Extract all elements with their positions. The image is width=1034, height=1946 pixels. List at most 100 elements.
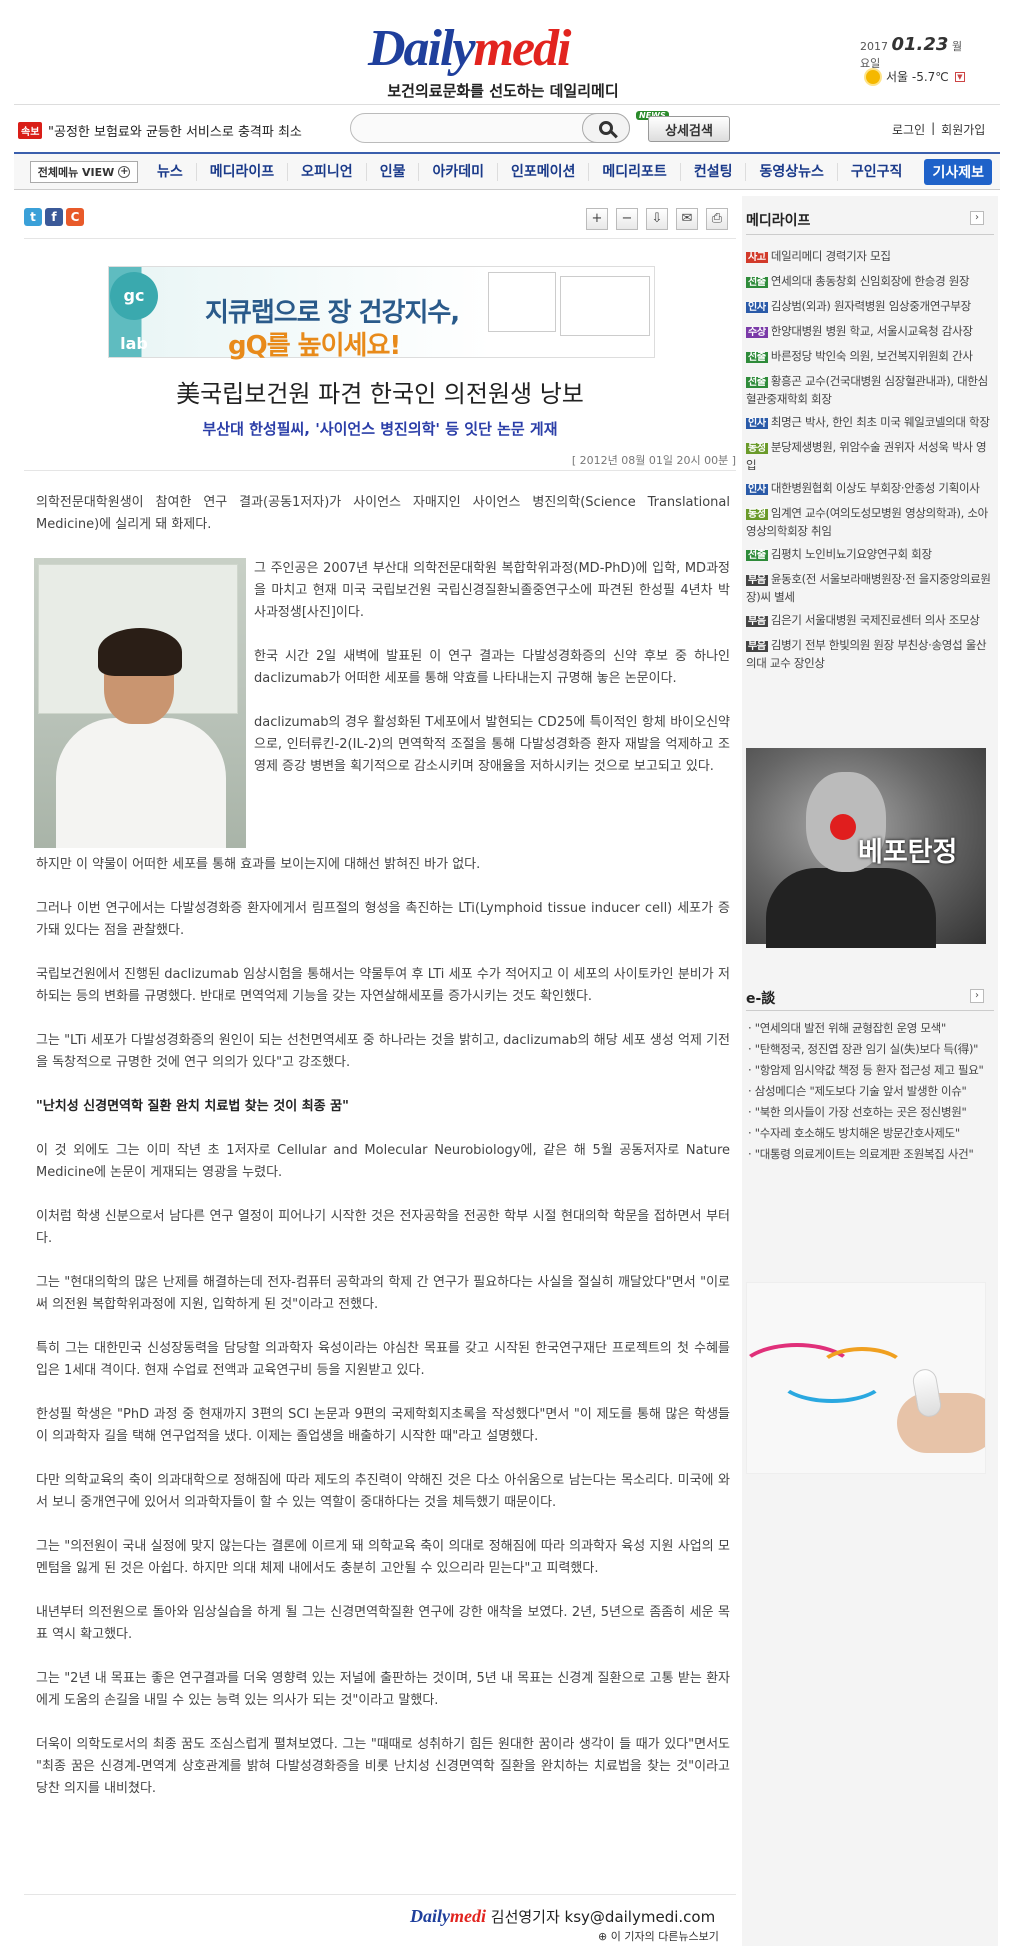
nav-items: 뉴스 메디라이프 오피니언 인물 아카데미 인포메이션 메디리포트 컨설팅 동영… — [144, 162, 916, 181]
edam-item-text: "항암제 임시약값 책정 등 환자 접근성 제고 필요" — [754, 1063, 984, 1077]
medilife-item-text: 윤동호(전 서울보라매병원장·전 을지중앙의료원장)씨 별세 — [746, 572, 991, 604]
edam-item-text: "연세의대 발전 위해 균형잡힌 운영 모색" — [754, 1021, 947, 1035]
search-button[interactable] — [582, 113, 630, 143]
plus-circle-icon: + — [118, 165, 131, 178]
edam-item-text: 삼성메디슨 "제도보다 기술 앞서 발생한 이슈" — [754, 1084, 967, 1098]
nav-item-consulting[interactable]: 컨설팅 — [681, 162, 747, 181]
medilife-item[interactable]: 수상 한양대병원 병원 학교, 서울시교육청 감사장 — [746, 323, 992, 341]
medilife-item[interactable]: 선출 바른정당 박인숙 의원, 보건복지위원회 간사 — [746, 348, 992, 366]
detail-search-button[interactable]: 상세검색 — [648, 116, 730, 142]
category-badge: 부음 — [746, 641, 768, 652]
promo-label: 베포탄정 — [858, 837, 958, 868]
join-link[interactable]: 회원가입 — [941, 121, 985, 138]
date-year: 2017 — [860, 40, 888, 53]
print-button[interactable]: ⎙ — [706, 208, 728, 230]
nav-item-opinion[interactable]: 오피니언 — [288, 162, 367, 181]
medilife-item-text: 김병기 전부 한빛의원 원장 부친상·송영섭 울산의대 교수 장인상 — [746, 638, 987, 670]
medilife-item[interactable]: 선출 연세의대 총동창회 신임회장에 한승경 원장 — [746, 273, 992, 291]
article-paragraph: 그는 "2년 내 목표는 좋은 연구결과를 더욱 영향력 있는 저널에 출판하는… — [36, 1671, 730, 1708]
weather-dropdown-icon[interactable]: ▼ — [954, 71, 965, 82]
edam-list: · "연세의대 발전 위해 균형잡힌 운영 모색" · "탄핵정국, 정진엽 장관… — [748, 1020, 988, 1167]
nav-item-jobs[interactable]: 구인구직 — [838, 163, 916, 181]
article-paragraph: 그는 "LTi 세포가 다발성경화증의 원인이 되는 선천면역세포 중 하나라는… — [36, 1033, 730, 1070]
edam-item[interactable]: · "북한 의사들이 가장 선호하는 곳은 정신병원" — [748, 1104, 988, 1120]
category-badge: 부음 — [746, 616, 768, 627]
category-badge: 선출 — [746, 352, 768, 363]
bullet-icon: · — [748, 1063, 755, 1077]
article-paragraph: 더욱이 의학도로서의 최종 꿈도 조심스럽게 펼쳐보였다. 그는 "때때로 성취… — [36, 1737, 730, 1796]
medilife-item-text: 연세의대 총동창회 신임회장에 한승경 원장 — [770, 274, 970, 288]
sun-icon — [866, 69, 880, 84]
chevron-right-icon[interactable]: › — [970, 211, 984, 225]
dna-pill-ad-image[interactable] — [746, 1282, 986, 1474]
ad-product-image — [488, 272, 556, 332]
sidebar-divider — [746, 1010, 994, 1011]
twitter-icon[interactable]: t — [24, 208, 42, 226]
weather-text: 서울 -5.7℃ — [886, 70, 949, 84]
nav-item-medireport[interactable]: 메디리포트 — [589, 162, 681, 181]
category-badge: 부음 — [746, 575, 768, 586]
edam-item[interactable]: · "수자레 호소해도 방치해온 방문간호사제도" — [748, 1125, 988, 1141]
site-tagline: 보건의료문화를 선도하는 데일리메디 — [387, 82, 619, 100]
edam-item[interactable]: · "탄핵정국, 정진엽 장관 임기 실(失)보다 득(得)" — [748, 1041, 988, 1057]
all-menu-button[interactable]: 전체메뉴 VIEW + — [30, 160, 138, 183]
category-badge: 선출 — [746, 277, 768, 288]
edam-item[interactable]: · 삼성메디슨 "제도보다 기술 앞서 발생한 이슈" — [748, 1083, 988, 1099]
medilife-item-text: 황흥곤 교수(건국대병원 심장혈관내과), 대한심혈관중재학회 회장 — [746, 374, 988, 406]
edam-item[interactable]: · "대통령 의료게이트는 의료계판 조원복집 사건" — [748, 1146, 988, 1162]
medilife-item[interactable]: 사고 데일리메디 경력기자 모집 — [746, 248, 992, 266]
breaking-news-ticker[interactable]: "공정한 보험료와 균등한 서비스로 충격파 최소 — [48, 121, 302, 140]
article-photo — [34, 558, 246, 848]
article-paragraph: 특히 그는 대한민국 신성장동력을 담당할 의과학자 육성이라는 야심찬 목표를… — [36, 1341, 730, 1378]
promo-suit — [766, 868, 936, 948]
nav-item-academy[interactable]: 아카데미 — [419, 162, 498, 181]
article-dateline: [ 2012년 08월 01일 20시 00분 ] — [571, 454, 736, 467]
medilife-item[interactable]: 동정 분당제생병원, 위암수술 권위자 서성욱 박사 영입 — [746, 439, 992, 473]
news-tip-button[interactable]: 기사제보 — [924, 158, 992, 185]
bepotan-promo-image[interactable]: 베포탄정 — [746, 748, 986, 948]
medilife-item[interactable]: 부음 김병기 전부 한빛의원 원장 부친상·송영섭 울산의대 교수 장인상 — [746, 637, 992, 671]
bullet-icon: · — [748, 1021, 755, 1035]
more-news-link[interactable]: ⊕ 이 기자의 다른뉴스보기 — [598, 1928, 719, 1944]
font-decrease-button[interactable]: − — [616, 208, 638, 230]
site-logo[interactable]: Dailymedi — [368, 20, 572, 78]
medilife-item[interactable]: 선출 황흥곤 교수(건국대병원 심장혈관내과), 대한심혈관중재학회 회장 — [746, 373, 992, 407]
bullet-icon: · — [748, 1084, 755, 1098]
medilife-item[interactable]: 부음 김은기 서울대병원 국제진료센터 의사 조모상 — [746, 612, 992, 630]
link-separator: | — [931, 121, 936, 135]
medilife-item[interactable]: 인사 대한병원협회 이상도 부회장·안종성 기획이사 — [746, 480, 992, 498]
medilife-item[interactable]: 인사 김상범(외과) 원자력병원 임상중개연구부장 — [746, 298, 992, 316]
nav-item-information[interactable]: 인포메이션 — [498, 162, 590, 181]
medilife-item-text: 김상범(외과) 원자력병원 임상중개연구부장 — [770, 299, 971, 313]
more-news-label: 이 기자의 다른뉴스보기 — [610, 1930, 719, 1943]
ad-line-2: gQ를 높이세요! — [228, 331, 401, 361]
all-menu-label: 전체메뉴 VIEW — [37, 165, 115, 179]
medilife-item-text: 분당제생병원, 위암수술 권위자 서성욱 박사 영입 — [746, 440, 987, 472]
bullet-icon: · — [748, 1105, 755, 1119]
article-paragraph: 내년부터 의전원으로 돌아와 임상실습을 하게 될 그는 신경면역학질환 연구에… — [36, 1605, 730, 1642]
medilife-item[interactable]: 동정 임계연 교수(여의도성모병원 영상의학과), 소아영상의학회장 취임 — [746, 505, 992, 539]
medilife-item[interactable]: 부음 윤동호(전 서울보라매병원장·전 을지중앙의료원장)씨 별세 — [746, 571, 992, 605]
facebook-icon[interactable]: f — [45, 208, 63, 226]
font-increase-button[interactable]: + — [586, 208, 608, 230]
medilife-item[interactable]: 인사 최명근 박사, 한인 최초 미국 웨일코넬의대 학장 — [746, 414, 992, 432]
reporter-info: 김선영기자 ksy@dailymedi.com — [490, 1908, 716, 1926]
nav-item-medilife[interactable]: 메디라이프 — [197, 162, 289, 181]
login-link[interactable]: 로그인 — [892, 121, 925, 138]
edam-item[interactable]: · "항암제 임시약값 책정 등 환자 접근성 제고 필요" — [748, 1062, 988, 1078]
nav-item-video-news[interactable]: 동영상뉴스 — [746, 162, 838, 181]
article-paragraph: 다만 의학교육의 축이 의과대학으로 정해짐에 따라 제도의 추진력이 약해진 … — [36, 1473, 730, 1510]
edam-item-text: "대통령 의료게이트는 의료계판 조원복집 사건" — [754, 1147, 974, 1161]
download-button[interactable]: ⇩ — [646, 208, 668, 230]
medilife-item[interactable]: 선출 김평치 노인비뇨기요양연구회 회장 — [746, 546, 992, 564]
nav-item-news[interactable]: 뉴스 — [144, 162, 197, 181]
nav-item-people[interactable]: 인물 — [367, 162, 420, 181]
ad-product-box — [560, 276, 650, 336]
article-paragraph: 그러나 이번 연구에서는 다발성경화증 환자에게서 림프절의 형성을 촉진하는 … — [36, 901, 730, 938]
email-button[interactable]: ✉ — [676, 208, 698, 230]
byline-logo-daily: Daily — [410, 1906, 450, 1926]
category-badge: 동정 — [746, 443, 768, 454]
cyworld-icon[interactable]: C — [66, 208, 84, 226]
edam-item[interactable]: · "연세의대 발전 위해 균형잡힌 운영 모색" — [748, 1020, 988, 1036]
chevron-right-icon[interactable]: › — [970, 989, 984, 1003]
